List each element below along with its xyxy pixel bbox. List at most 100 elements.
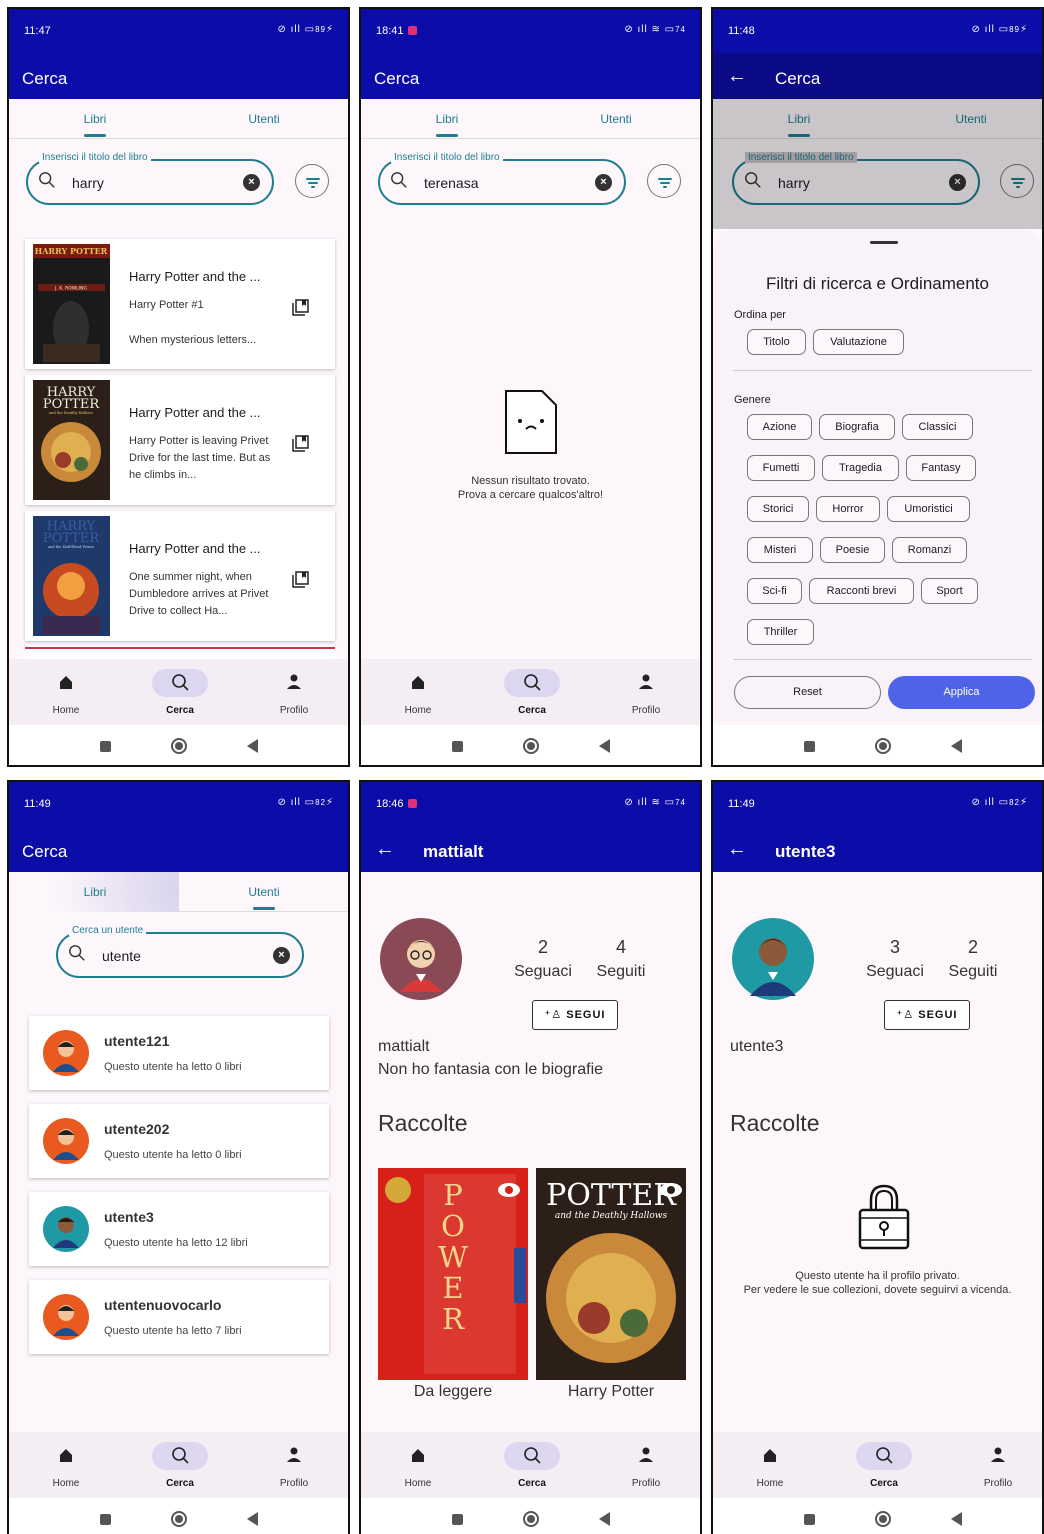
filter-button[interactable] bbox=[295, 164, 329, 198]
scrim[interactable] bbox=[713, 99, 1042, 229]
library-add-icon[interactable] bbox=[291, 435, 309, 453]
recents-button[interactable] bbox=[804, 1514, 815, 1525]
tab-utenti[interactable]: Utenti bbox=[586, 112, 646, 126]
recents-button[interactable] bbox=[804, 741, 815, 752]
nav-home-label: Home bbox=[52, 1478, 80, 1489]
nav-home-label: Home bbox=[52, 705, 80, 716]
library-add-icon[interactable] bbox=[291, 299, 309, 317]
apply-button[interactable]: Applica bbox=[888, 676, 1035, 709]
chip-genre[interactable]: Poesie bbox=[820, 537, 885, 563]
status-icons: ⊘ ıll ▭82⚡ bbox=[277, 797, 334, 808]
search-input[interactable]: Inserisci il titolo del libro terenasa × bbox=[378, 152, 626, 205]
chip-genre[interactable]: Biografia bbox=[819, 414, 895, 440]
tab-libri[interactable]: Libri bbox=[65, 112, 125, 126]
chip-genre[interactable]: Misteri bbox=[747, 537, 813, 563]
filter-bottom-sheet: Filtri di ricerca e Ordinamento Ordina p… bbox=[713, 229, 1042, 721]
chip-order-valutazione[interactable]: Valutazione bbox=[813, 329, 904, 355]
svg-text:W: W bbox=[438, 1240, 468, 1274]
back-arrow-icon[interactable]: ← bbox=[375, 838, 395, 861]
tab-utenti[interactable]: Utenti bbox=[234, 885, 294, 899]
user-card[interactable]: utente121 Questo utente ha letto 0 libri bbox=[29, 1016, 329, 1090]
chip-genre[interactable]: Tragedia bbox=[822, 455, 899, 481]
user-search-input[interactable]: Cerca un utente utente × bbox=[56, 925, 304, 978]
chip-genre[interactable]: Fantasy bbox=[906, 455, 976, 481]
tab-libri[interactable]: Libri bbox=[417, 112, 477, 126]
filter-button[interactable] bbox=[647, 164, 681, 198]
search-icon bbox=[69, 945, 85, 961]
screen-profile-mattialt: 18:46 ⊘ ıll ≋ ▭74 ← mattialt 2 4 Seguaci… bbox=[359, 780, 702, 1534]
drag-handle[interactable] bbox=[870, 241, 898, 244]
chip-genre[interactable]: Thriller bbox=[747, 619, 814, 645]
profile-username: utente3 bbox=[730, 1038, 784, 1055]
back-arrow-icon[interactable]: ← bbox=[727, 65, 747, 88]
book-description: One summer night, when Dumbledore arrive… bbox=[129, 571, 269, 617]
chip-genre[interactable]: Storici bbox=[747, 496, 809, 522]
home-system-button[interactable] bbox=[875, 738, 891, 754]
user-card[interactable]: utentenuovocarlo Questo utente ha letto … bbox=[29, 1280, 329, 1354]
user-card[interactable]: utente202 Questo utente ha letto 0 libri bbox=[29, 1104, 329, 1178]
app-bar: Cerca bbox=[9, 826, 348, 872]
svg-text:O: O bbox=[441, 1209, 465, 1243]
chip-genre[interactable]: Sport bbox=[921, 578, 978, 604]
chip-genre[interactable]: Horror bbox=[816, 496, 880, 522]
page-title: mattialt bbox=[423, 842, 484, 861]
recents-button[interactable] bbox=[100, 1514, 111, 1525]
book-card[interactable]: HARRY POTTER J. K. ROWLING Harry Potter … bbox=[25, 239, 335, 369]
tab-indicator bbox=[253, 907, 275, 910]
clear-icon[interactable]: × bbox=[595, 174, 612, 191]
back-system-button[interactable] bbox=[599, 739, 610, 753]
chip-genre[interactable]: Racconti brevi bbox=[809, 578, 914, 604]
tab-utenti[interactable]: Utenti bbox=[234, 112, 294, 126]
collection-cover[interactable]: POTTER and the Deathly Hallows bbox=[536, 1168, 686, 1380]
chip-genre[interactable]: Classici bbox=[902, 414, 973, 440]
recents-button[interactable] bbox=[452, 1514, 463, 1525]
chip-genre[interactable]: Fumetti bbox=[747, 455, 815, 481]
person-icon bbox=[991, 1447, 1005, 1462]
chip-genre[interactable]: Romanzi bbox=[892, 537, 967, 563]
chip-genre[interactable]: Azione bbox=[747, 414, 812, 440]
home-system-button[interactable] bbox=[171, 1511, 187, 1527]
tab-libri[interactable]: Libri bbox=[65, 885, 125, 899]
following-count: 2 bbox=[967, 937, 978, 957]
recents-button[interactable] bbox=[100, 741, 111, 752]
battery-level: 82 bbox=[1009, 798, 1020, 807]
home-system-button[interactable] bbox=[875, 1511, 891, 1527]
chip-order-titolo[interactable]: Titolo bbox=[747, 329, 806, 355]
cover-text: POTTER bbox=[546, 1178, 677, 1213]
back-system-button[interactable] bbox=[247, 739, 258, 753]
screen-filter-sheet: 11:48 ⊘ ıll ▭89⚡ ← Cerca Libri Utenti In… bbox=[711, 7, 1044, 767]
back-system-button[interactable] bbox=[247, 1512, 258, 1526]
back-arrow-icon[interactable]: ← bbox=[727, 838, 747, 861]
book-card[interactable]: HARRY POTTER and the Deathly Hallows Har… bbox=[25, 375, 335, 505]
home-system-button[interactable] bbox=[523, 738, 539, 754]
user-card[interactable]: utente3 Questo utente ha letto 12 libri bbox=[29, 1192, 329, 1266]
library-add-icon[interactable] bbox=[291, 571, 309, 589]
collection-cover[interactable]: P O W E R bbox=[378, 1168, 528, 1380]
chip-genre[interactable]: Sci-fi bbox=[747, 578, 802, 604]
home-system-button[interactable] bbox=[171, 738, 187, 754]
clear-icon[interactable]: × bbox=[273, 947, 290, 964]
book-card-partial bbox=[25, 647, 335, 659]
search-input[interactable]: Inserisci il titolo del libro harry × bbox=[26, 152, 274, 205]
back-system-button[interactable] bbox=[951, 1512, 962, 1526]
system-nav bbox=[361, 1498, 700, 1534]
tab-indicator bbox=[436, 134, 458, 137]
screen-profile-utente3: 11:49 ⊘ ıll ▭82⚡ ← utente3 3 2 Seguaci S… bbox=[711, 780, 1044, 1534]
chip-genre[interactable]: Umoristici bbox=[887, 496, 970, 522]
status-time: 11:48 bbox=[728, 25, 755, 37]
tab-bar: Libri Utenti bbox=[9, 99, 348, 139]
cover-subtitle: and the Deathly Hallows bbox=[49, 411, 93, 415]
profile-username: mattialt bbox=[378, 1038, 430, 1055]
battery-level: 82 bbox=[315, 798, 326, 807]
follow-button[interactable]: ⁺♙ SEGUI bbox=[532, 1000, 618, 1030]
book-card[interactable]: HARRY POTTER and the Half-Blood Prince H… bbox=[25, 511, 335, 641]
back-system-button[interactable] bbox=[599, 1512, 610, 1526]
recents-button[interactable] bbox=[452, 741, 463, 752]
page-title: Cerca bbox=[22, 69, 68, 88]
back-system-button[interactable] bbox=[951, 739, 962, 753]
genre-label: Genere bbox=[734, 394, 771, 406]
reset-button[interactable]: Reset bbox=[734, 676, 881, 709]
clear-icon[interactable]: × bbox=[243, 174, 260, 191]
home-system-button[interactable] bbox=[523, 1511, 539, 1527]
follow-button[interactable]: ⁺♙ SEGUI bbox=[884, 1000, 970, 1030]
